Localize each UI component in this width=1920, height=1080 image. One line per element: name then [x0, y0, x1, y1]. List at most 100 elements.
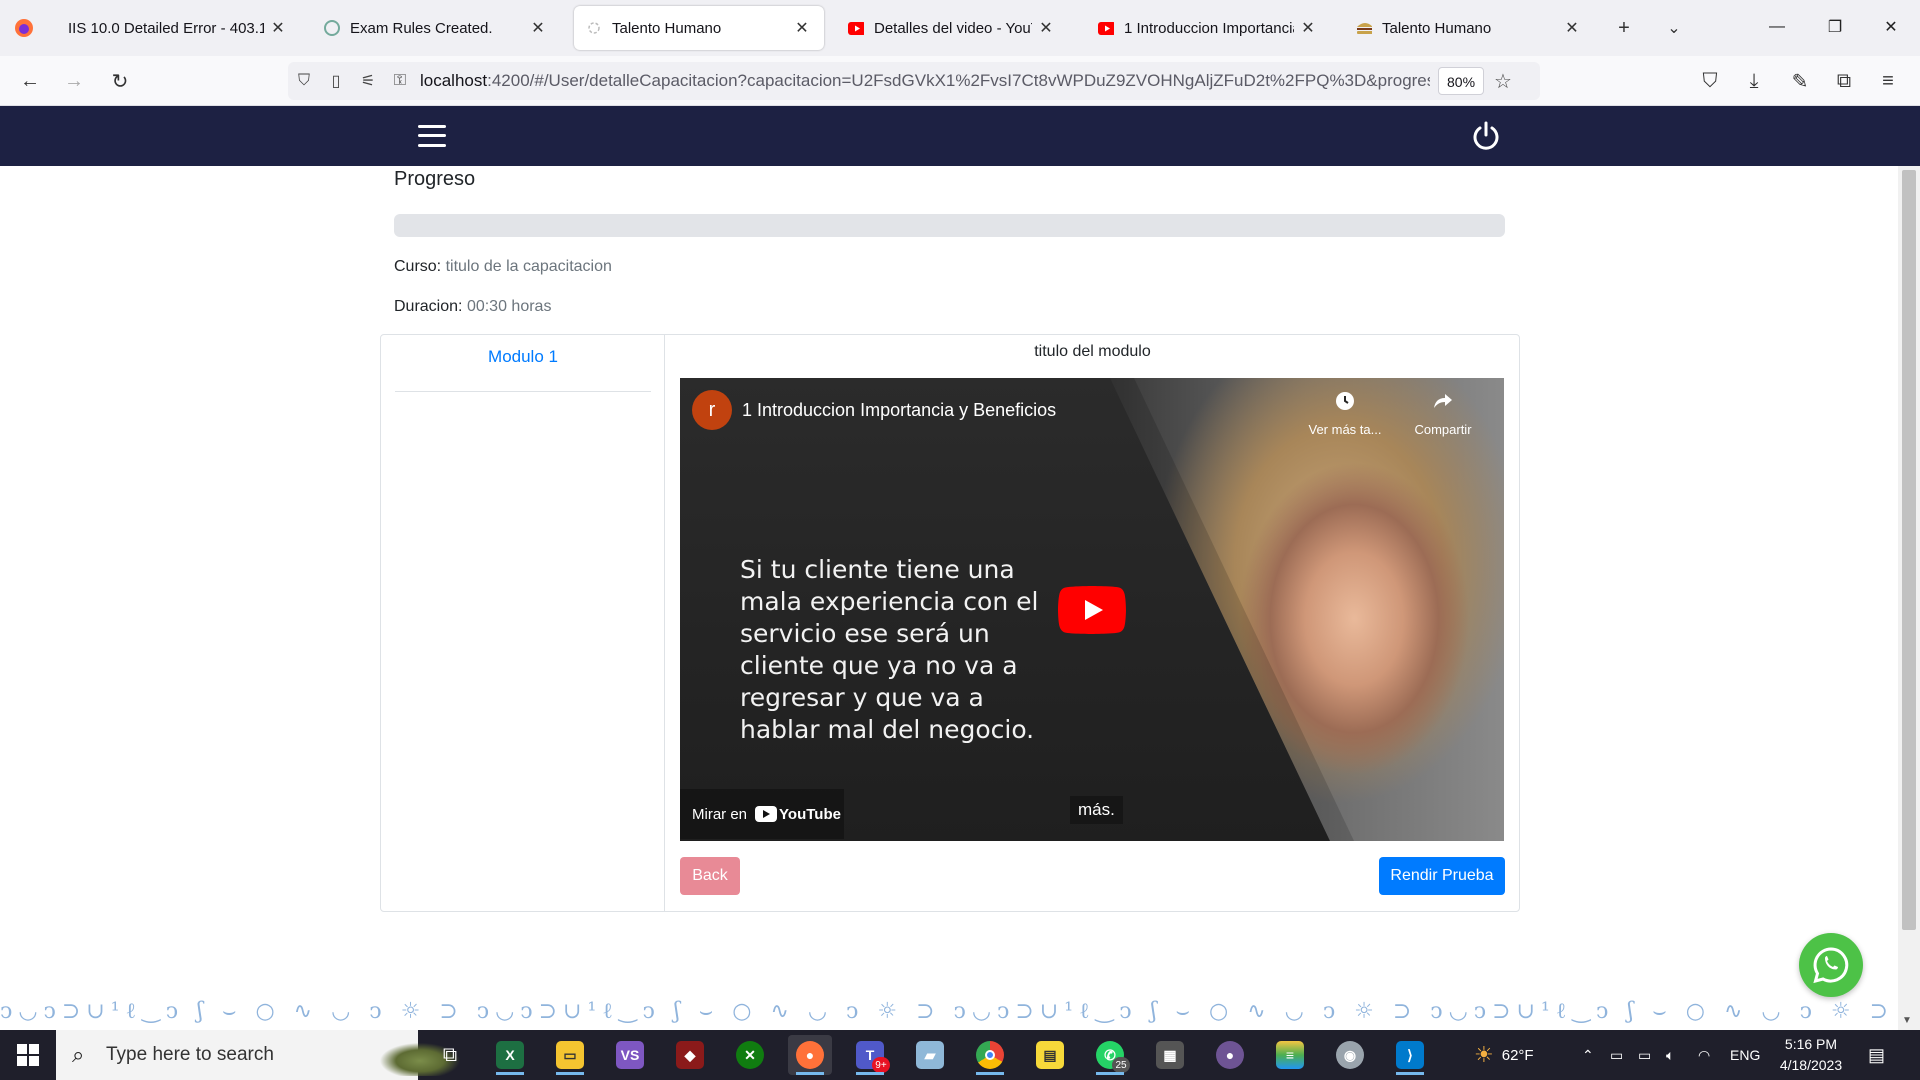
forward-arrow-icon[interactable]: →	[58, 65, 90, 97]
firefox-menu-icon[interactable]	[8, 12, 40, 44]
visual-studio-icon[interactable]: VS	[608, 1035, 652, 1075]
progress-bar	[394, 214, 1505, 237]
file-explorer-icon[interactable]: ▭	[548, 1035, 592, 1075]
page-icon[interactable]: ▯	[320, 62, 352, 100]
close-icon[interactable]: ✕	[792, 18, 812, 38]
pocket-icon[interactable]: ⛉	[1694, 65, 1726, 97]
youtube-icon	[848, 20, 864, 36]
volume-icon[interactable]: 🔈︎	[1666, 1030, 1674, 1080]
eyedropper-icon[interactable]: ✎	[1784, 65, 1816, 97]
battery-icon[interactable]: ▭	[1638, 1030, 1651, 1080]
tab-talento-humano-active[interactable]: Talento Humano ✕	[574, 6, 824, 50]
tab-iis-error[interactable]: IIS 10.0 Detailed Error - 403.14 - ✕	[56, 6, 300, 50]
whatsapp-taskbar-icon[interactable]: ✆ 25	[1088, 1035, 1132, 1075]
windows-start-icon[interactable]	[0, 1030, 56, 1080]
tab-exam-rules[interactable]: Exam Rules Created. ✕	[312, 6, 560, 50]
more-videos-label[interactable]: más.	[1070, 796, 1123, 824]
chrome-icon[interactable]	[968, 1035, 1012, 1075]
minimize-icon[interactable]: —	[1754, 8, 1800, 46]
back-button[interactable]: Back	[680, 857, 740, 895]
youtube-icon	[1098, 20, 1114, 36]
rendir-prueba-button[interactable]: Rendir Prueba	[1379, 857, 1505, 895]
taskbar-clock[interactable]: 5:16 PM 4/18/2023	[1768, 1034, 1854, 1076]
list-tabs-icon[interactable]: ⌄	[1658, 12, 1690, 44]
wifi-icon[interactable]: ◠	[1698, 1030, 1710, 1080]
scrollbar-thumb[interactable]	[1902, 170, 1916, 930]
sticky-notes-icon[interactable]: ▤	[1028, 1035, 1072, 1075]
youtube-logo-icon: YouTube	[755, 806, 841, 823]
watch-on-youtube-button[interactable]: Mirar en YouTube	[680, 789, 844, 839]
close-icon[interactable]: ✕	[1036, 18, 1056, 38]
power-icon[interactable]	[1470, 120, 1502, 152]
loading-icon	[586, 20, 602, 36]
tab-talento-humano[interactable]: Talento Humano ✕	[1344, 6, 1594, 50]
watch-later-button[interactable]: Ver más ta...	[1300, 390, 1390, 437]
key-icon[interactable]: ⚿	[384, 62, 416, 100]
duration-value: 00:30 horas	[466, 298, 552, 315]
game-app-icon[interactable]: ◆	[668, 1035, 712, 1075]
firefox-taskbar-icon[interactable]: ●	[788, 1035, 832, 1075]
close-icon[interactable]: ✕	[1298, 18, 1318, 38]
close-icon[interactable]: ✕	[268, 18, 288, 38]
close-icon[interactable]: ✕	[528, 18, 548, 38]
search-placeholder: Type here to search	[106, 1044, 274, 1065]
hamburger-icon[interactable]	[418, 122, 446, 150]
divider	[395, 391, 651, 392]
download-icon[interactable]: ⤓	[1738, 65, 1770, 97]
app-header	[0, 106, 1920, 166]
github-icon[interactable]: ●	[1208, 1035, 1252, 1075]
show-hidden-icons-icon[interactable]: ⌃	[1582, 1030, 1594, 1080]
notification-center-icon[interactable]: ▤	[1868, 1030, 1885, 1080]
video-title[interactable]: 1 Introduccion Importancia y Beneficios	[742, 400, 1056, 421]
xbox-icon[interactable]: ✕	[728, 1035, 772, 1075]
youtube-video-player[interactable]: r 1 Introduccion Importancia y Beneficio…	[680, 378, 1504, 841]
task-view-icon[interactable]: ⧉	[428, 1035, 472, 1075]
whatsapp-icon	[1813, 947, 1849, 984]
close-icon[interactable]: ✕	[1562, 18, 1582, 38]
watch-on-label: Mirar en	[692, 805, 748, 823]
whatsapp-float-button[interactable]	[1799, 933, 1863, 997]
url-path: :4200/#/User/detalleCapacitacion?capacit…	[487, 71, 1430, 90]
module-sidebar: Modulo 1	[381, 335, 665, 911]
sidebar-item-modulo-1[interactable]: Modulo 1	[381, 347, 665, 367]
scroll-down-arrow-icon[interactable]: ▼	[1902, 1015, 1912, 1026]
weather-temp: 62°F	[1501, 1046, 1534, 1064]
excel-icon[interactable]: X	[488, 1035, 532, 1075]
extensions-icon[interactable]: ⧉	[1828, 65, 1860, 97]
restore-icon[interactable]: ❐	[1812, 8, 1858, 46]
tab-title: 1 Introduccion Importancia y	[1124, 19, 1294, 37]
tab-title: Exam Rules Created.	[350, 19, 493, 37]
notes-app-icon[interactable]: ▰	[908, 1035, 952, 1075]
page-scrollbar[interactable]: ▼	[1898, 166, 1920, 1030]
course-label: Curso:	[394, 258, 442, 275]
tab-title: Detalles del video - YouTub	[874, 19, 1032, 37]
app-menu-icon[interactable]: ≡	[1872, 65, 1904, 97]
new-tab-icon[interactable]: +	[1608, 12, 1640, 44]
tab-detalles-video[interactable]: Detalles del video - YouTub ✕	[836, 6, 1068, 50]
bluestacks-icon[interactable]: ≡	[1268, 1035, 1312, 1075]
tab-title: Talento Humano	[612, 19, 722, 37]
url-bar[interactable]: ⛉ ▯ ⚟ ⚿ localhost:4200/#/User/detalleCap…	[288, 62, 1540, 100]
play-button-icon[interactable]	[1058, 586, 1126, 634]
close-window-icon[interactable]: ✕	[1868, 8, 1914, 46]
tab-introduccion-video[interactable]: 1 Introduccion Importancia y ✕	[1086, 6, 1330, 50]
language-indicator[interactable]: ENG	[1730, 1030, 1760, 1080]
bookmark-star-icon[interactable]: ☆	[1494, 69, 1512, 94]
taskbar-search-input[interactable]: ⌕ Type here to search	[56, 1030, 466, 1080]
channel-avatar[interactable]: r	[692, 390, 732, 430]
weather-widget[interactable]: ☀ 62°F	[1474, 1030, 1534, 1080]
zoom-level[interactable]: 80%	[1438, 67, 1485, 95]
reload-icon[interactable]: ↻	[104, 65, 136, 97]
meet-now-icon[interactable]: ▭	[1610, 1030, 1623, 1080]
back-arrow-icon[interactable]: ←	[14, 65, 46, 97]
chatgpt-icon	[324, 20, 340, 36]
vscode-icon[interactable]: ⟩	[1388, 1035, 1432, 1075]
shield-icon[interactable]: ⛉	[288, 62, 320, 100]
calculator-icon[interactable]: ▦	[1148, 1035, 1192, 1075]
share-button[interactable]: Compartir	[1398, 390, 1488, 437]
vpn-app-icon[interactable]: ◉	[1328, 1035, 1372, 1075]
teams-icon[interactable]: T 9+	[848, 1035, 892, 1075]
permissions-icon[interactable]: ⚟	[352, 62, 384, 100]
url-text[interactable]: localhost:4200/#/User/detalleCapacitacio…	[420, 71, 1430, 91]
burger-icon	[1356, 20, 1372, 36]
